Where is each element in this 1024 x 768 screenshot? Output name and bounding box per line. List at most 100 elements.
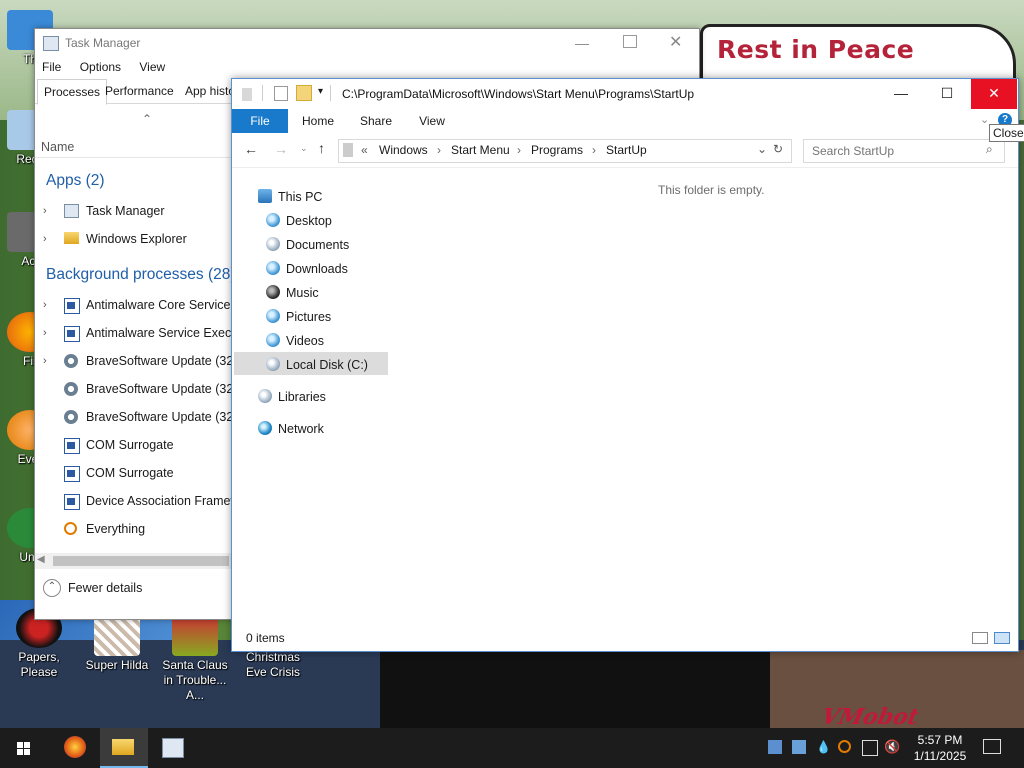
- taskbar-task-manager[interactable]: [150, 728, 198, 768]
- chevron-right-icon[interactable]: ›: [43, 233, 47, 245]
- minimize-button[interactable]: —: [575, 35, 595, 51]
- new-folder-icon[interactable]: [296, 85, 312, 101]
- process-icon: [64, 438, 80, 454]
- collapse-icon[interactable]: ⌃: [43, 579, 61, 597]
- address-bar[interactable]: « Windows › Start Menu › Programs › Star…: [338, 139, 792, 163]
- taskbar-firefox[interactable]: [52, 728, 100, 768]
- task-manager-title: Task Manager: [65, 36, 141, 50]
- ribbon-tab-file[interactable]: File: [232, 109, 288, 133]
- menu-file[interactable]: File: [42, 57, 61, 74]
- breadcrumb-programs[interactable]: Programs: [531, 143, 583, 157]
- task-manager-titlebar[interactable]: Task Manager — ✕: [35, 29, 699, 57]
- empty-folder-message: This folder is empty.: [658, 183, 765, 197]
- process-row[interactable]: › Task Manager: [35, 201, 235, 223]
- chevron-right-icon[interactable]: ›: [43, 205, 47, 217]
- chevron-right-icon[interactable]: ›: [43, 355, 47, 367]
- chevron-right-icon[interactable]: ›: [43, 299, 47, 311]
- process-name: BraveSoftware Update (32 bit): [86, 410, 231, 424]
- wallpaper-figure: [380, 640, 780, 728]
- header-divider: [35, 157, 231, 158]
- address-dropdown-icon[interactable]: ⌄: [757, 142, 767, 156]
- chevron-right-icon[interactable]: ›: [43, 327, 47, 339]
- process-row[interactable]: COM Surrogate: [35, 463, 235, 485]
- taskbar: 💧 🔇 5:57 PM 1/11/2025: [0, 728, 1024, 768]
- notifications-icon[interactable]: [983, 739, 1001, 754]
- close-button[interactable]: ✕: [669, 32, 682, 52]
- tray-everything-icon[interactable]: [838, 740, 851, 753]
- details-view-icon[interactable]: [972, 632, 988, 644]
- large-icons-view-icon[interactable]: [994, 632, 1010, 644]
- recent-locations-icon[interactable]: ⌄: [300, 143, 308, 154]
- window-title-path: C:\ProgramData\Microsoft\Windows\Start M…: [342, 87, 695, 101]
- process-row[interactable]: › Antimalware Core Service: [35, 295, 235, 317]
- close-tooltip: Close: [989, 124, 1024, 142]
- properties-icon[interactable]: [274, 86, 288, 101]
- qat-dropdown-icon[interactable]: ▾: [318, 86, 323, 97]
- desktop-icon-santa[interactable]: Santa Claus in Trouble... A...: [157, 616, 233, 703]
- search-box[interactable]: ⌕: [803, 139, 1005, 163]
- ribbon-tab-view[interactable]: View: [408, 109, 456, 133]
- tab-performance[interactable]: Performance: [99, 79, 180, 103]
- fewer-details-link[interactable]: Fewer details: [68, 581, 142, 595]
- breadcrumb-startup[interactable]: StartUp: [606, 143, 647, 157]
- forward-arrow-icon[interactable]: →: [274, 141, 288, 157]
- watermark-logo: VMobot: [819, 704, 922, 730]
- folder-icon: [64, 232, 79, 244]
- expand-ribbon-icon[interactable]: ⌄: [980, 113, 989, 126]
- process-row[interactable]: Everything: [35, 519, 235, 541]
- scroll-left-icon[interactable]: ◀: [37, 554, 45, 565]
- breadcrumb-separator[interactable]: ›: [592, 143, 596, 157]
- menu-options[interactable]: Options: [80, 57, 121, 74]
- service-icon: [64, 410, 78, 424]
- breadcrumb-start-menu[interactable]: Start Menu: [451, 143, 510, 157]
- desktop-icon-christmas-eve[interactable]: Christmas Eve Crisis: [235, 650, 311, 680]
- maximize-button[interactable]: ☐: [924, 79, 970, 109]
- process-icon: [64, 494, 80, 510]
- santa-icon: [172, 616, 218, 656]
- taskbar-file-explorer[interactable]: [100, 728, 148, 768]
- ribbon-tab-home[interactable]: Home: [294, 109, 342, 133]
- process-row[interactable]: › Windows Explorer: [35, 229, 235, 251]
- minimize-button[interactable]: —: [878, 79, 924, 109]
- process-row[interactable]: COM Surrogate: [35, 435, 235, 457]
- process-row[interactable]: BraveSoftware Update (32 bit): [35, 407, 235, 429]
- windows-logo-icon: [24, 749, 30, 755]
- refresh-icon[interactable]: ↻: [773, 142, 783, 156]
- breadcrumb-separator[interactable]: ›: [517, 143, 521, 157]
- process-row[interactable]: › BraveSoftware Update (32 bit): [35, 351, 235, 373]
- tray-drop-icon[interactable]: 💧: [816, 740, 831, 754]
- qat-divider: [330, 85, 331, 101]
- ribbon-tab-share[interactable]: Share: [352, 109, 400, 133]
- process-icon: [64, 298, 80, 314]
- start-button[interactable]: [0, 728, 48, 768]
- column-header-name[interactable]: Name: [41, 140, 74, 154]
- system-clock[interactable]: 5:57 PM 1/11/2025: [902, 732, 978, 764]
- windows-logo-icon: [17, 749, 23, 755]
- back-arrow-icon[interactable]: ←: [244, 141, 258, 157]
- process-row[interactable]: › Antimalware Service Executable: [35, 323, 235, 345]
- search-icon[interactable]: ⌕: [986, 142, 993, 157]
- tray-app-icon[interactable]: [768, 740, 782, 754]
- scrollbar-thumb[interactable]: [53, 556, 229, 566]
- tab-processes[interactable]: Processes: [37, 79, 108, 105]
- horizontal-scrollbar[interactable]: ◀: [35, 553, 231, 569]
- sort-arrow-icon[interactable]: ⌃: [142, 112, 152, 126]
- firefox-icon: [64, 736, 86, 758]
- clock-date: 1/11/2025: [913, 749, 967, 763]
- maximize-button[interactable]: [623, 35, 637, 48]
- desktop-icon-super-hilda[interactable]: Super Hilda: [79, 616, 155, 673]
- network-tray-icon[interactable]: [862, 740, 878, 756]
- libraries-icon: [258, 389, 272, 403]
- close-button[interactable]: ✕: [971, 79, 1017, 109]
- process-row[interactable]: BraveSoftware Update (32 bit): [35, 379, 235, 401]
- search-input[interactable]: [810, 142, 984, 160]
- explorer-titlebar[interactable]: ▾ C:\ProgramData\Microsoft\Windows\Start…: [232, 79, 1018, 109]
- tray-people-icon[interactable]: [792, 740, 806, 754]
- breadcrumb-windows[interactable]: Windows: [379, 143, 428, 157]
- breadcrumb-separator[interactable]: ›: [437, 143, 441, 157]
- menu-view[interactable]: View: [139, 57, 165, 74]
- up-arrow-icon[interactable]: ↑: [318, 140, 325, 156]
- breadcrumb-overflow[interactable]: «: [361, 143, 368, 157]
- volume-muted-icon[interactable]: 🔇: [884, 740, 900, 754]
- process-row[interactable]: Device Association Framework: [35, 491, 235, 513]
